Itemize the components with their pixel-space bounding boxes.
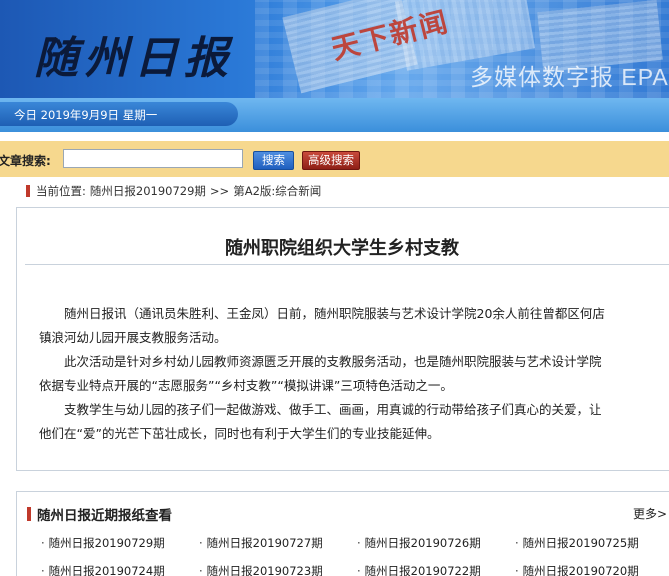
more-link[interactable]: 更多> — [633, 505, 667, 522]
breadcrumb-issue-link[interactable]: 随州日报20190729期 — [90, 183, 206, 199]
date-bar: 今日 2019年9月9日 星期一 — [0, 98, 669, 132]
breadcrumb-prefix: 当前位置: — [36, 184, 86, 198]
breadcrumb-marker-icon — [26, 185, 30, 197]
issue-link[interactable]: 随州日报20190727期 — [199, 535, 357, 551]
breadcrumb: 当前位置: 随州日报20190729期 >> 第A2版:综合新闻 — [26, 183, 325, 199]
issue-link[interactable]: 随州日报20190724期 — [41, 563, 199, 576]
site-slogan: 多媒体数字报 EPA — [470, 64, 669, 90]
search-input[interactable] — [63, 149, 243, 168]
issue-link[interactable]: 随州日报20190720期 — [515, 563, 669, 576]
issue-link[interactable]: 随州日报20190726期 — [357, 535, 515, 551]
recent-issues-panel: 随州日报近期报纸查看 更多> 随州日报20190729期 随州日报2019072… — [16, 491, 669, 576]
article-paragraph: 依据专业特点开展的“志愿服务”“乡村支教”“模拟讲课”三项特色活动之一。 — [39, 378, 453, 393]
recent-issues-title: 随州日报近期报纸查看 — [37, 508, 172, 524]
article-paragraph: 随州日报讯（通讯员朱胜利、王金凤）日前，随州职院服装与艺术设计学院20余人前往曾… — [64, 306, 605, 321]
article-paragraph: 镇浪河幼儿园开展支教服务活动。 — [39, 330, 227, 345]
search-button[interactable]: 搜索 — [253, 151, 294, 170]
article-paragraph: 他们在“爱”的光芒下茁壮成长，同时也有利于大学生们的专业技能延伸。 — [39, 426, 440, 441]
current-date: 今日 2019年9月9日 星期一 — [14, 108, 158, 122]
section-marker-icon — [27, 507, 31, 521]
issue-link[interactable]: 随州日报20190723期 — [199, 563, 357, 576]
recent-issues-list: 随州日报20190729期 随州日报20190727期 随州日报20190726… — [41, 535, 669, 576]
site-banner: 天下新闻 随州日报 多媒体数字报 EPA — [0, 0, 669, 98]
title-divider — [25, 264, 669, 265]
article-body: 随州日报讯（通讯员朱胜利、王金凤）日前，随州职院服装与艺术设计学院20余人前往曾… — [39, 302, 669, 446]
recent-issues-header: 随州日报近期报纸查看 — [27, 504, 172, 524]
site-logo[interactable]: 随州日报 — [34, 22, 234, 86]
breadcrumb-section-link[interactable]: 第A2版:综合新闻 — [233, 183, 321, 199]
article-paragraph: 支教学生与幼儿园的孩子们一起做游戏、做手工、画画，用真诚的行动带给孩子们真心的关… — [64, 402, 602, 417]
article-paragraph: 此次活动是针对乡村幼儿园教师资源匮乏开展的支教服务活动，也是随州职院服装与艺术设… — [64, 354, 602, 369]
breadcrumb-separator: >> — [209, 184, 230, 198]
issue-link[interactable]: 随州日报20190725期 — [515, 535, 669, 551]
search-bar: 文章搜索: 搜索 高级搜索 — [0, 141, 669, 177]
issue-link[interactable]: 随州日报20190722期 — [357, 563, 515, 576]
article-panel: 随州职院组织大学生乡村支教 随州日报讯（通讯员朱胜利、王金凤）日前，随州职院服装… — [16, 207, 669, 471]
advanced-search-button[interactable]: 高级搜索 — [302, 151, 360, 170]
issue-link[interactable]: 随州日报20190729期 — [41, 535, 199, 551]
search-label: 文章搜索: — [0, 154, 51, 168]
article-title: 随州职院组织大学生乡村支教 — [225, 238, 459, 259]
